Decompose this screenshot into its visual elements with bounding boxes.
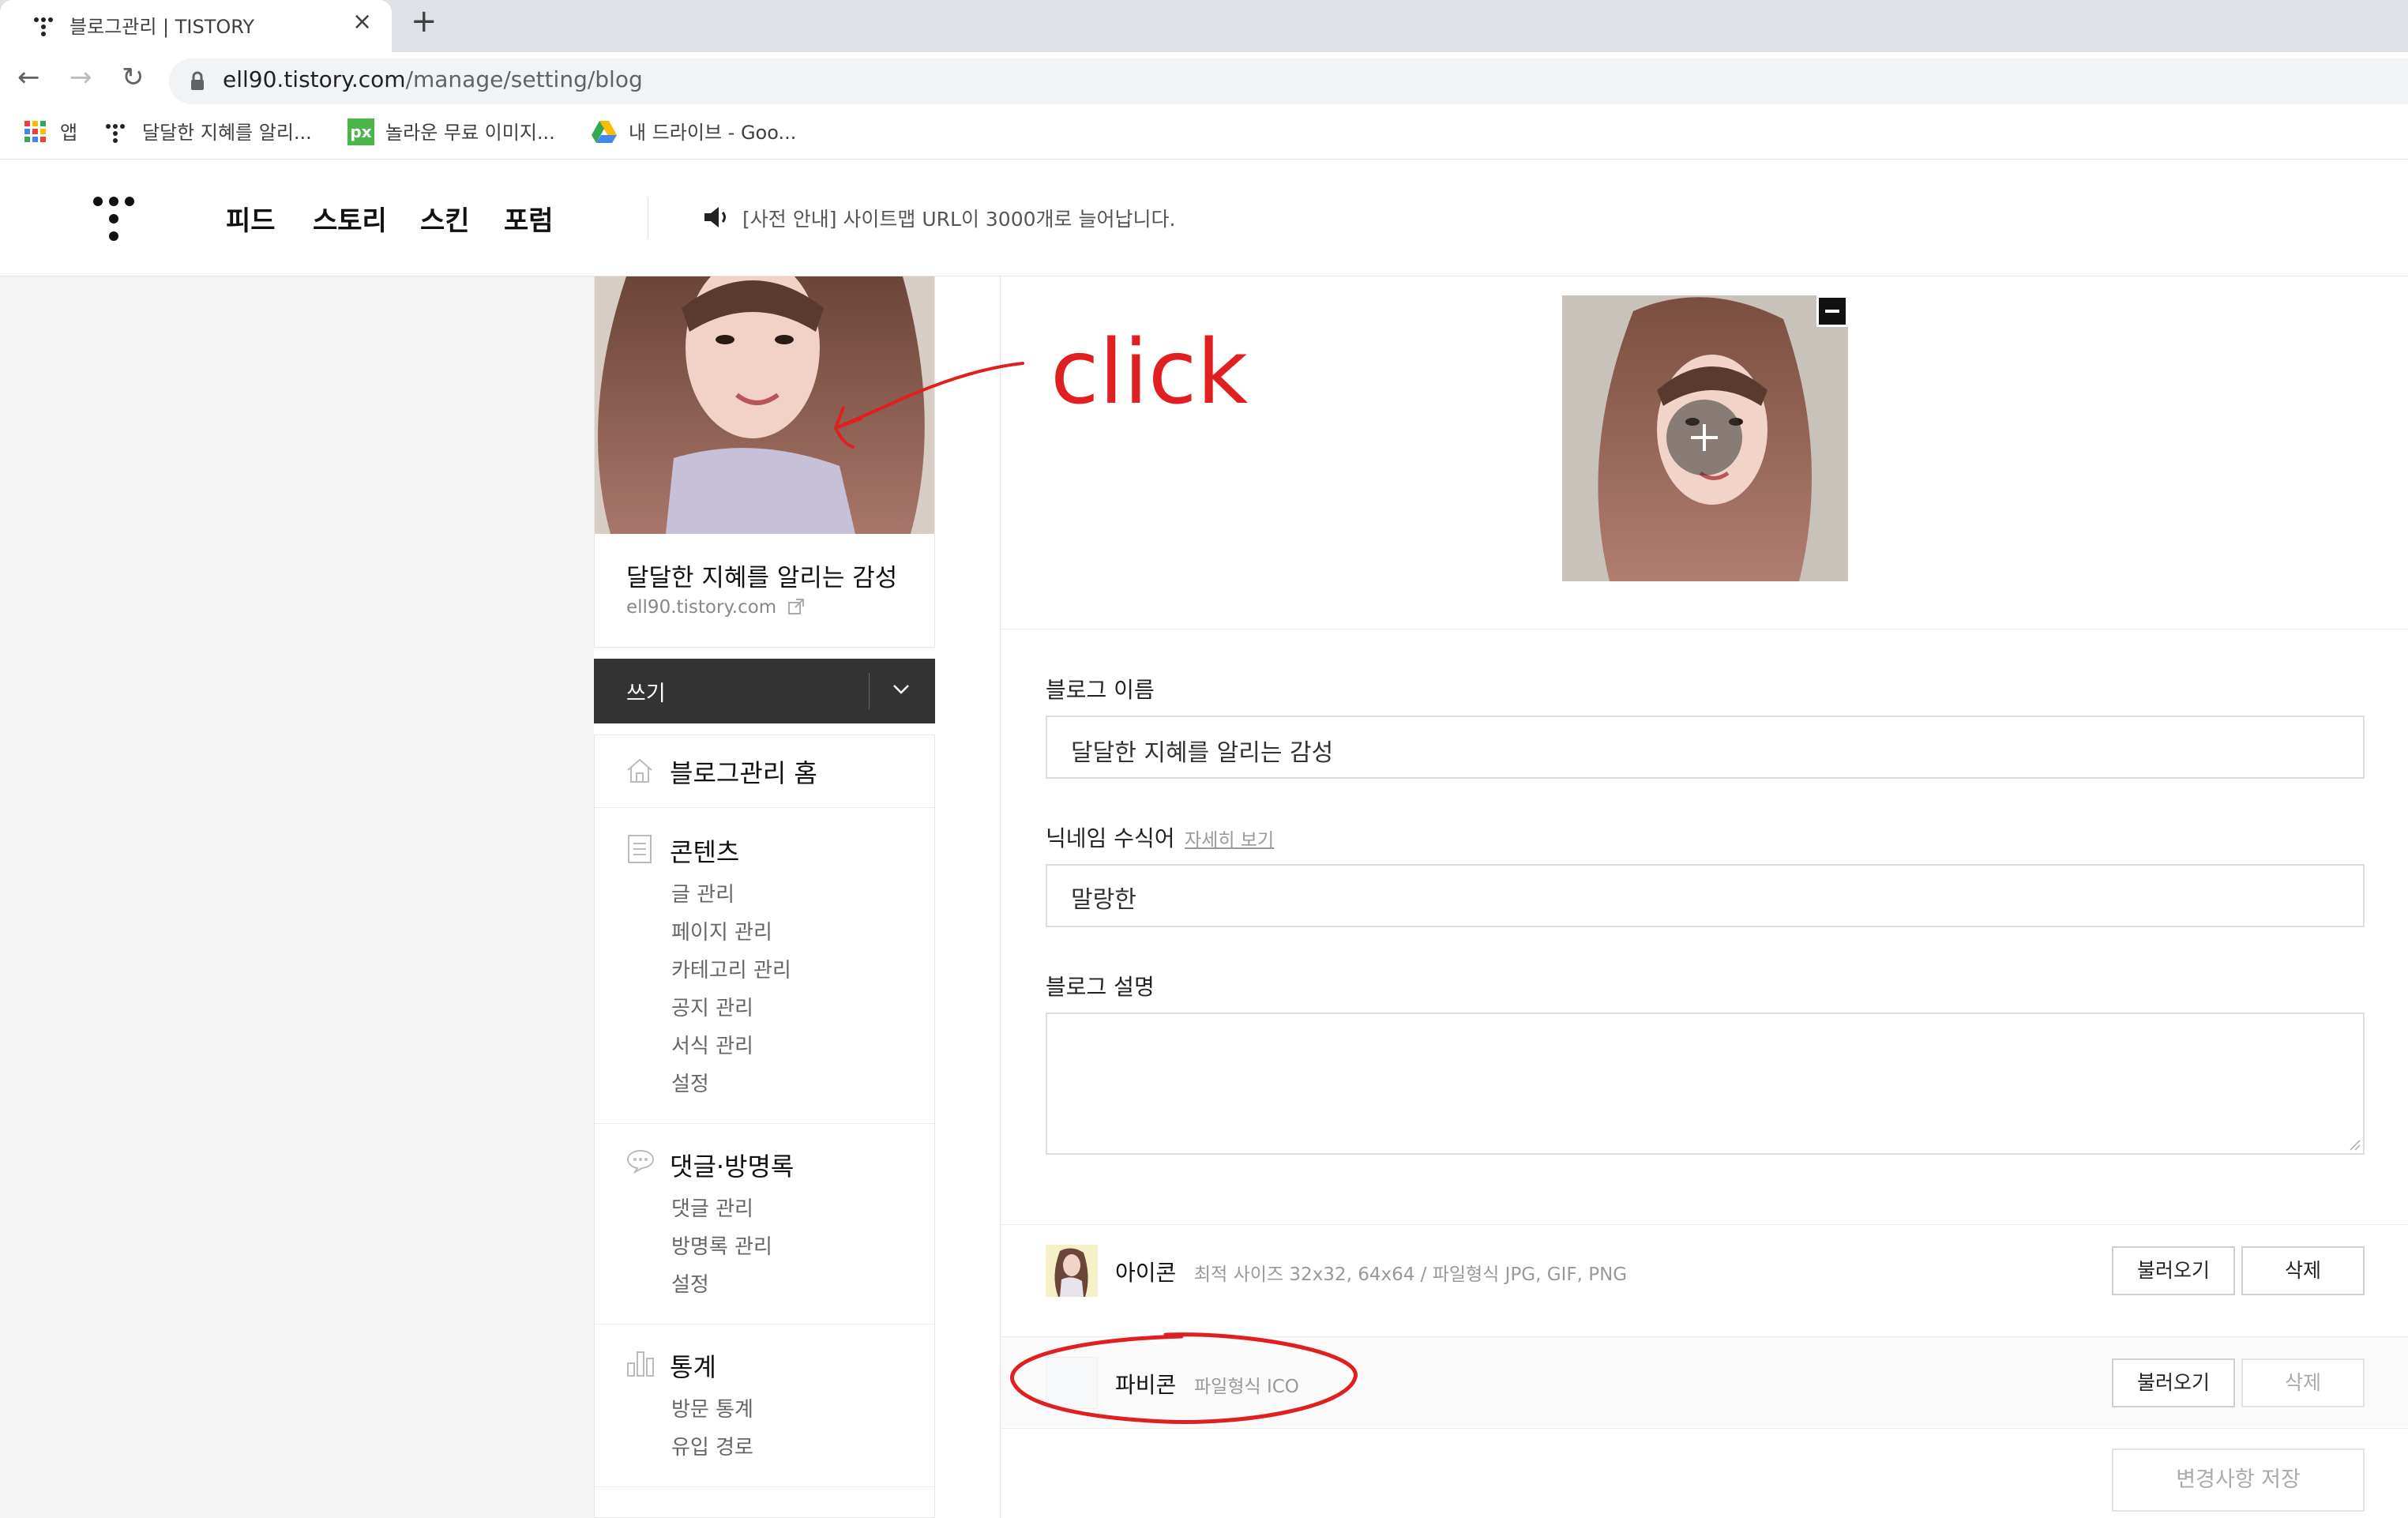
nickname-label: 닉네임 수식어 [1046,825,1175,851]
google-drive-icon[interactable] [591,120,618,144]
lock-icon[interactable] [190,71,205,92]
menu-home[interactable]: 블로그관리 홈 [670,753,817,790]
icon-help-text: 최적 사이즈 32x32, 64x64 / 파일형식 JPG, GIF, PNG [1194,1264,1628,1285]
blog-description-label: 블로그 설명 [1046,974,1155,1000]
tab-close-icon[interactable]: × [352,8,372,36]
forward-icon[interactable]: → [69,62,92,93]
section-divider [1001,1428,2408,1429]
pixabay-icon[interactable]: px [347,118,374,145]
bookmark-apps[interactable]: 앱 [60,117,77,145]
bar-chart-icon [627,1351,654,1377]
favicon-highlight-circle [1010,1332,1358,1424]
blog-description-textarea[interactable] [1046,1013,2365,1155]
nickname-value: 말랑한 [1071,886,1136,914]
home-icon [627,758,652,783]
nickname-details-link[interactable]: 자세히 보기 [1185,825,1274,851]
url-host: ell90.tistory.com [223,66,406,92]
menu-visit-stats[interactable]: 방문 통계 [671,1393,753,1422]
menu-notice-manage[interactable]: 공지 관리 [671,992,753,1021]
menu-guestbook-manage[interactable]: 방명록 관리 [671,1231,772,1260]
page-background [0,276,594,1518]
url-text[interactable]: ell90.tistory.com/manage/setting/blog [223,66,643,92]
blog-url[interactable]: ell90.tistory.com [626,597,806,618]
blog-name-value: 달달한 지혜를 알리는 감성 [1071,739,1334,767]
nav-skin[interactable]: 스킨 [420,199,470,238]
favicon-delete-button[interactable]: 삭제 [2241,1358,2365,1407]
menu-stats[interactable]: 통계 [670,1347,716,1384]
nav-forum[interactable]: 포럼 [504,199,554,238]
tistory-logo[interactable] [92,194,136,243]
menu-divider [595,1123,934,1124]
icon-label: 아이콘 [1115,1260,1177,1286]
blog-name-label: 블로그 이름 [1046,677,1155,703]
menu-comment-manage[interactable]: 댓글 관리 [671,1193,753,1222]
speech-bubble-icon [626,1149,655,1174]
menu-page-manage[interactable]: 페이지 관리 [671,916,772,945]
apps-grid-icon[interactable] [24,120,47,144]
blog-icon-thumbnail [1046,1245,1098,1297]
tistory-bookmark-icon[interactable] [104,122,126,144]
new-tab-icon[interactable]: + [411,3,438,39]
notice-text[interactable]: [사전 안내] 사이트맵 URL이 3000개로 늘어납니다. [742,204,1175,232]
blog-url-text: ell90.tistory.com [626,597,777,618]
url-path: /manage/setting/blog [405,66,643,92]
speaker-icon [704,207,726,227]
resize-handle-icon[interactable] [2347,1137,2361,1152]
document-icon [628,835,652,863]
tab-title: 블로그관리 | TISTORY [69,16,255,38]
bookmark-drive[interactable]: 내 드라이브 - Goo... [629,117,796,145]
menu-post-manage[interactable]: 글 관리 [671,878,734,907]
nickname-input[interactable] [1046,864,2365,927]
chevron-down-icon[interactable] [891,673,911,705]
nav-feed[interactable]: 피드 [226,199,276,238]
menu-template-manage[interactable]: 서식 관리 [671,1030,753,1059]
menu-divider [595,807,934,808]
bookmark-free-images[interactable]: 놀라운 무료 이미지... [385,117,555,145]
menu-comments-settings[interactable]: 설정 [671,1268,709,1298]
click-annotation: click [834,321,1248,449]
reload-icon[interactable]: ↻ [122,62,145,93]
back-icon[interactable]: ← [17,62,40,93]
blog-name[interactable]: 달달한 지혜를 알리는 감성 [626,558,897,593]
write-label: 쓰기 [626,682,666,706]
menu-referrer[interactable]: 유입 경로 [671,1431,753,1460]
favicon-load-button[interactable]: 불러오기 [2112,1358,2235,1407]
menu-category-manage[interactable]: 카테고리 관리 [671,954,791,983]
tistory-favicon-icon [34,17,53,36]
bookmark-blog[interactable]: 달달한 지혜를 알리... [142,117,312,145]
blog-profile-image[interactable] [1562,295,1848,581]
write-divider [869,673,870,709]
menu-contents[interactable]: 콘텐츠 [670,832,739,869]
click-annotation-text: click [1050,321,1248,424]
section-divider [1001,1224,2408,1225]
save-changes-button[interactable]: 변경사항 저장 [2112,1448,2365,1512]
menu-contents-settings[interactable]: 설정 [671,1068,709,1097]
menu-comments[interactable]: 댓글·방명록 [670,1147,794,1183]
external-link-icon [787,599,804,614]
icon-load-button[interactable]: 불러오기 [2112,1246,2235,1295]
menu-divider [595,1486,934,1487]
icon-delete-button[interactable]: 삭제 [2241,1246,2365,1295]
nav-story[interactable]: 스토리 [313,199,387,238]
